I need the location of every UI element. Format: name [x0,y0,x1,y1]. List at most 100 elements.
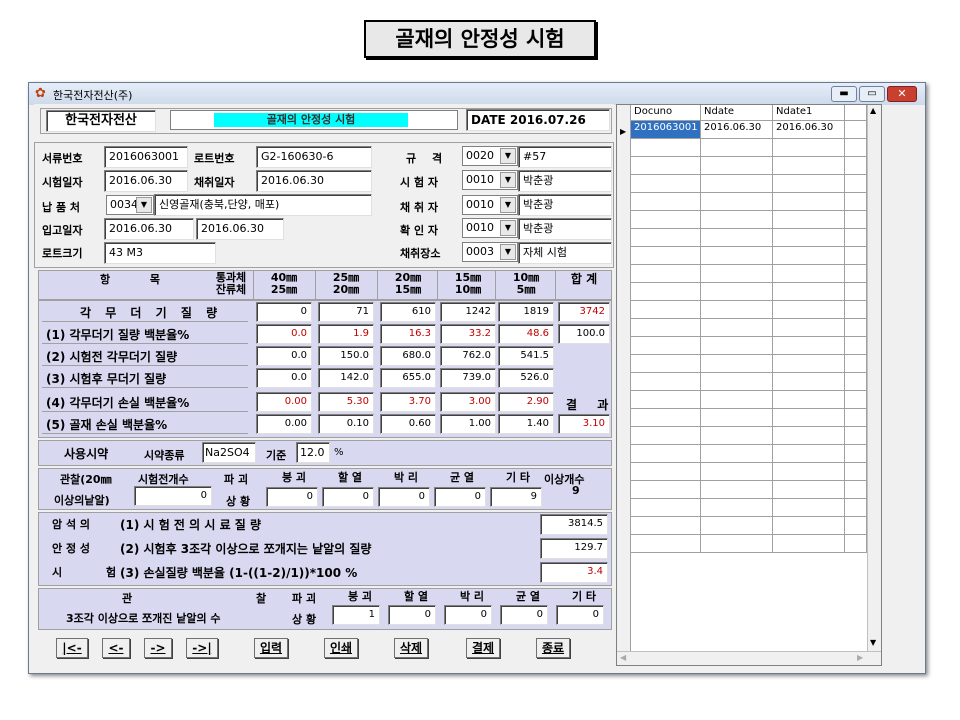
grid-cell[interactable] [631,373,701,391]
grid-cell[interactable] [701,427,773,445]
scroll-right-icon[interactable]: ▶ [857,653,863,662]
grid-cell[interactable] [845,445,867,463]
in-date-field-2[interactable]: 2016.06.30 [196,218,284,240]
grid-cell[interactable] [845,157,867,175]
table-cell[interactable]: 0.00 [256,392,312,412]
table-cell[interactable]: 1819 [498,302,554,322]
chevron-down-icon[interactable]: ▼ [500,244,516,260]
grid-cell[interactable] [845,427,867,445]
grid-column-header[interactable]: Ndate1 [773,105,845,121]
table-cell[interactable]: 0.60 [380,414,436,434]
grid-cell[interactable] [701,499,773,517]
table-cell[interactable]: 739.0 [440,368,496,388]
observe2-value[interactable]: 0 [500,605,548,625]
input-button[interactable]: 입력 [254,638,288,658]
chevron-down-icon[interactable]: ▼ [500,197,516,213]
lot-size-field[interactable]: 43 M3 [104,242,216,264]
grid-cell[interactable] [701,139,773,157]
grid-cell[interactable] [773,517,845,535]
table-cell[interactable]: 680.0 [380,346,436,366]
table-cell[interactable]: 71 [318,302,374,322]
grid-cell[interactable] [701,229,773,247]
grid-cell[interactable] [773,499,845,517]
grid-cell[interactable] [845,373,867,391]
grid-cell[interactable] [845,409,867,427]
grid-cell[interactable] [631,427,701,445]
calc-value[interactable]: 3.4 [540,562,608,583]
scroll-left-icon[interactable]: ◀ [620,653,626,662]
grid-cell[interactable] [631,391,701,409]
test-date-field[interactable]: 2016.06.30 [104,170,188,192]
grid-cell[interactable] [701,355,773,373]
grid-cell[interactable] [845,229,867,247]
grid-cell[interactable] [631,319,701,337]
grid-cell[interactable] [631,175,701,193]
table-cell[interactable]: 610 [380,302,436,322]
grid-cell[interactable] [701,391,773,409]
table-cell[interactable]: 0.00 [256,414,312,434]
spec-name-field[interactable]: #57 [518,146,612,168]
grid-cell[interactable] [701,337,773,355]
grid-cell[interactable] [701,517,773,535]
grid-cell[interactable] [773,175,845,193]
table-cell[interactable]: 655.0 [380,368,436,388]
grid-cell[interactable] [845,535,867,553]
grid-cell[interactable] [845,319,867,337]
prev-record-button[interactable]: <- [102,638,130,658]
observe-value[interactable]: 0 [322,487,374,507]
grid-cell[interactable] [845,355,867,373]
table-cell[interactable]: 1.9 [318,324,374,344]
grid-cell[interactable] [845,283,867,301]
table-cell[interactable]: 1.00 [440,414,496,434]
grid-cell[interactable] [845,139,867,157]
grid-cell[interactable] [631,283,701,301]
observe2-value[interactable]: 0 [556,605,604,625]
grid-cell[interactable] [701,301,773,319]
grid-cell[interactable] [701,283,773,301]
table-cell[interactable]: 0.0 [256,324,312,344]
observe2-value[interactable]: 1 [332,605,380,625]
grid-cell[interactable] [773,319,845,337]
grid-cell[interactable] [631,211,701,229]
in-date-field-1[interactable]: 2016.06.30 [104,218,194,240]
scroll-down-icon[interactable]: ▼ [870,638,876,647]
temp-field[interactable]: 12.0 [296,442,330,463]
grid-cell[interactable] [773,427,845,445]
grid-cell[interactable] [701,193,773,211]
place-name-field[interactable]: 자체 시험 [518,242,612,264]
grid-cell[interactable] [773,139,845,157]
grid-cell[interactable] [845,193,867,211]
grid-cell[interactable] [773,373,845,391]
grid-cell[interactable] [773,229,845,247]
grid-cell[interactable] [845,391,867,409]
last-record-button[interactable]: ->| [186,638,218,658]
grid-cell[interactable] [773,337,845,355]
calc-value[interactable]: 3814.5 [540,514,608,535]
print-button[interactable]: 인쇄 [324,638,358,658]
observe-value[interactable]: 0 [378,487,430,507]
place-code-select[interactable]: 0003 ▼ [462,242,518,262]
chevron-down-icon[interactable]: ▼ [500,172,516,188]
observe-value[interactable]: 0 [266,487,318,507]
table-total[interactable]: 100.0 [558,324,610,344]
observe-value[interactable]: 0 [434,487,486,507]
table-cell[interactable]: 1242 [440,302,496,322]
grid-cell[interactable] [845,463,867,481]
table-total[interactable]: 3742 [558,302,610,322]
grid-cell[interactable] [631,445,701,463]
table-cell[interactable]: 142.0 [318,368,374,388]
table-cell[interactable]: 0.0 [256,368,312,388]
grid-cell[interactable] [631,463,701,481]
table-cell[interactable]: 2.90 [498,392,554,412]
spec-code-select[interactable]: 0020 ▼ [462,146,518,166]
table-cell[interactable]: 3.00 [440,392,496,412]
table-cell[interactable]: 0.10 [318,414,374,434]
grid-cell[interactable] [631,301,701,319]
grid-cell[interactable] [845,499,867,517]
grid-cell[interactable]: 2016063001 [631,121,701,139]
chevron-down-icon[interactable]: ▼ [500,220,516,236]
table-cell[interactable]: 0.0 [256,346,312,366]
window-titlebar[interactable]: ✿ 한국전자전산(주) ▬ ▭ ✕ [29,83,925,105]
grid-cell[interactable] [845,517,867,535]
grid-cell[interactable] [773,409,845,427]
